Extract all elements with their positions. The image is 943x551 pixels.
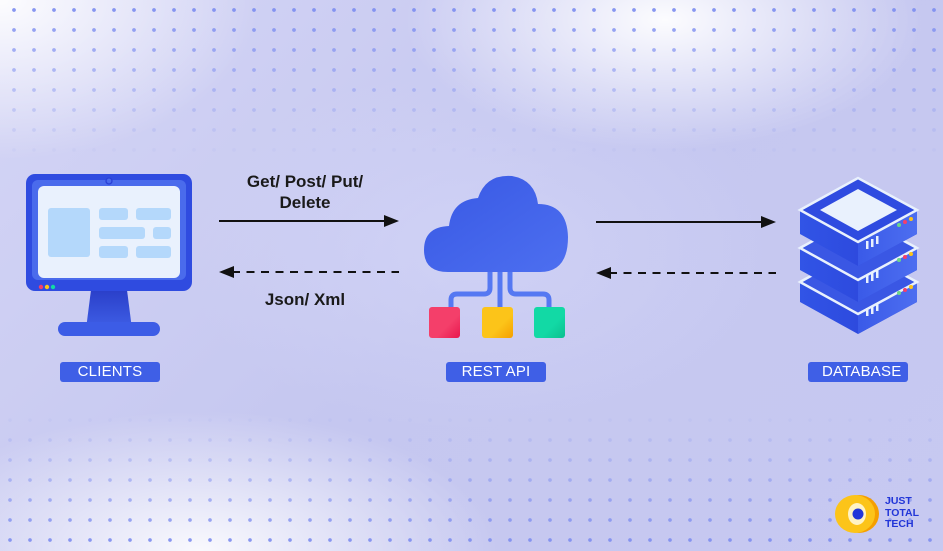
request-arrow — [219, 215, 399, 227]
clients-node — [24, 172, 194, 342]
brand-logo: JUST TOTAL TECH — [833, 493, 933, 535]
request-methods-line-1: Get/ Post/ Put/ — [246, 172, 364, 191]
desktop-monitor-icon — [26, 174, 192, 336]
server-stack-icon — [797, 176, 920, 334]
response-format-label: Json/ Xml — [264, 290, 346, 309]
brand-eye-icon — [835, 495, 879, 533]
rest-api-label: REST API — [446, 362, 546, 382]
database-node — [796, 172, 921, 338]
request-methods-line-2: Delete — [279, 193, 331, 212]
response-arrow — [219, 266, 399, 278]
clients-label: CLIENTS — [60, 362, 160, 382]
database-label: DATABASE — [808, 362, 908, 382]
brand-line-3: TECH — [885, 518, 914, 530]
request-methods-label: Get/ Post/ Put/ Delete — [215, 171, 395, 213]
cloud-network-icon — [424, 175, 568, 338]
brand-line-1: JUST — [885, 495, 912, 507]
result-arrow — [596, 267, 776, 279]
query-arrow — [596, 216, 776, 228]
brand-name: JUST TOTAL TECH — [885, 495, 919, 531]
rest-api-node — [420, 170, 580, 340]
